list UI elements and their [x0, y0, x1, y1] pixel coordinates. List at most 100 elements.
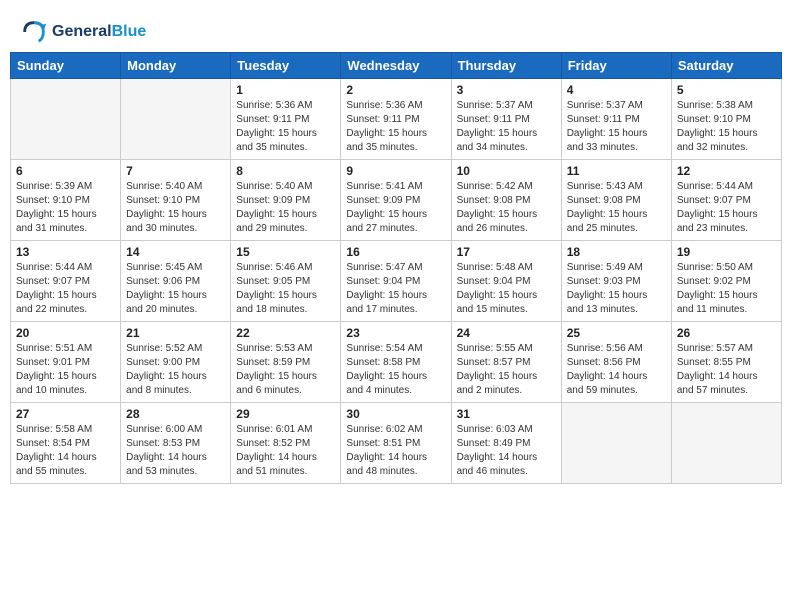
calendar-table: SundayMondayTuesdayWednesdayThursdayFrid…	[10, 52, 782, 484]
day-content: Sunrise: 6:00 AM Sunset: 8:53 PM Dayligh…	[126, 423, 225, 479]
calendar-cell: 23 Sunrise: 5:54 AM Sunset: 8:58 PM Dayli…	[341, 322, 451, 403]
calendar-cell: 28 Sunrise: 6:00 AM Sunset: 8:53 PM Dayli…	[121, 403, 231, 484]
logo-text: GeneralBlue	[52, 23, 146, 41]
day-content: Sunrise: 5:58 AM Sunset: 8:54 PM Dayligh…	[16, 423, 115, 479]
day-number: 2	[346, 83, 445, 97]
day-number: 16	[346, 245, 445, 259]
day-number: 19	[677, 245, 776, 259]
day-content: Sunrise: 5:43 AM Sunset: 9:08 PM Dayligh…	[567, 180, 666, 236]
calendar-week-4: 20Sunrise: 5:51 AM Sunset: 9:01 PM Dayli…	[11, 322, 782, 403]
day-number: 10	[457, 164, 556, 178]
calendar-cell: 9 Sunrise: 5:41 AM Sunset: 9:09 PM Daylig…	[341, 160, 451, 241]
day-number: 17	[457, 245, 556, 259]
day-content: Sunrise: 5:40 AM Sunset: 9:09 PM Dayligh…	[236, 180, 335, 236]
day-number: 31	[457, 407, 556, 421]
col-header-tuesday: Tuesday	[231, 53, 341, 79]
calendar-cell: 6 Sunrise: 5:39 AM Sunset: 9:10 PM Daylig…	[11, 160, 121, 241]
day-content: Sunrise: 5:41 AM Sunset: 9:09 PM Dayligh…	[346, 180, 445, 236]
calendar-cell: 26 Sunrise: 5:57 AM Sunset: 8:55 PM Dayli…	[671, 322, 781, 403]
day-number: 25	[567, 326, 666, 340]
day-content: Sunrise: 5:49 AM Sunset: 9:03 PM Dayligh…	[567, 261, 666, 317]
logo-icon	[20, 18, 48, 46]
day-number: 1	[236, 83, 335, 97]
calendar-cell: 15 Sunrise: 5:46 AM Sunset: 9:05 PM Dayli…	[231, 241, 341, 322]
calendar-cell: 29 Sunrise: 6:01 AM Sunset: 8:52 PM Dayli…	[231, 403, 341, 484]
col-header-saturday: Saturday	[671, 53, 781, 79]
calendar-week-2: 6 Sunrise: 5:39 AM Sunset: 9:10 PM Daylig…	[11, 160, 782, 241]
day-content: Sunrise: 5:42 AM Sunset: 9:08 PM Dayligh…	[457, 180, 556, 236]
day-content: Sunrise: 5:37 AM Sunset: 9:11 PM Dayligh…	[567, 99, 666, 155]
col-header-thursday: Thursday	[451, 53, 561, 79]
calendar-cell: 2 Sunrise: 5:36 AM Sunset: 9:11 PM Daylig…	[341, 79, 451, 160]
day-content: Sunrise: 5:36 AM Sunset: 9:11 PM Dayligh…	[236, 99, 335, 155]
calendar-cell: 5Sunrise: 5:38 AM Sunset: 9:10 PM Daylig…	[671, 79, 781, 160]
calendar-cell: 13 Sunrise: 5:44 AM Sunset: 9:07 PM Dayli…	[11, 241, 121, 322]
day-content: Sunrise: 5:47 AM Sunset: 9:04 PM Dayligh…	[346, 261, 445, 317]
day-content: Sunrise: 6:01 AM Sunset: 8:52 PM Dayligh…	[236, 423, 335, 479]
day-number: 13	[16, 245, 115, 259]
calendar-week-1: 1 Sunrise: 5:36 AM Sunset: 9:11 PM Daylig…	[11, 79, 782, 160]
calendar-cell: 1 Sunrise: 5:36 AM Sunset: 9:11 PM Daylig…	[231, 79, 341, 160]
day-number: 8	[236, 164, 335, 178]
col-header-wednesday: Wednesday	[341, 53, 451, 79]
day-number: 23	[346, 326, 445, 340]
day-number: 12	[677, 164, 776, 178]
calendar-cell: 22 Sunrise: 5:53 AM Sunset: 8:59 PM Dayli…	[231, 322, 341, 403]
day-content: Sunrise: 5:53 AM Sunset: 8:59 PM Dayligh…	[236, 342, 335, 398]
day-content: Sunrise: 6:03 AM Sunset: 8:49 PM Dayligh…	[457, 423, 556, 479]
day-content: Sunrise: 5:39 AM Sunset: 9:10 PM Dayligh…	[16, 180, 115, 236]
calendar-cell	[11, 79, 121, 160]
col-header-friday: Friday	[561, 53, 671, 79]
day-number: 9	[346, 164, 445, 178]
day-content: Sunrise: 5:36 AM Sunset: 9:11 PM Dayligh…	[346, 99, 445, 155]
calendar-cell: 31 Sunrise: 6:03 AM Sunset: 8:49 PM Dayli…	[451, 403, 561, 484]
calendar-week-5: 27 Sunrise: 5:58 AM Sunset: 8:54 PM Dayli…	[11, 403, 782, 484]
day-number: 29	[236, 407, 335, 421]
calendar-week-3: 13 Sunrise: 5:44 AM Sunset: 9:07 PM Dayli…	[11, 241, 782, 322]
day-number: 22	[236, 326, 335, 340]
day-content: Sunrise: 6:02 AM Sunset: 8:51 PM Dayligh…	[346, 423, 445, 479]
calendar-cell: 14Sunrise: 5:45 AM Sunset: 9:06 PM Dayli…	[121, 241, 231, 322]
day-content: Sunrise: 5:56 AM Sunset: 8:56 PM Dayligh…	[567, 342, 666, 398]
calendar-cell: 17Sunrise: 5:48 AM Sunset: 9:04 PM Dayli…	[451, 241, 561, 322]
day-number: 15	[236, 245, 335, 259]
day-content: Sunrise: 5:45 AM Sunset: 9:06 PM Dayligh…	[126, 261, 225, 317]
col-header-sunday: Sunday	[11, 53, 121, 79]
calendar-header-row: SundayMondayTuesdayWednesdayThursdayFrid…	[11, 53, 782, 79]
calendar-cell: 27 Sunrise: 5:58 AM Sunset: 8:54 PM Dayli…	[11, 403, 121, 484]
calendar-cell: 8 Sunrise: 5:40 AM Sunset: 9:09 PM Daylig…	[231, 160, 341, 241]
col-header-monday: Monday	[121, 53, 231, 79]
day-number: 6	[16, 164, 115, 178]
calendar-cell: 19 Sunrise: 5:50 AM Sunset: 9:02 PM Dayli…	[671, 241, 781, 322]
day-number: 27	[16, 407, 115, 421]
calendar-cell: 30 Sunrise: 6:02 AM Sunset: 8:51 PM Dayli…	[341, 403, 451, 484]
calendar-cell: 16 Sunrise: 5:47 AM Sunset: 9:04 PM Dayli…	[341, 241, 451, 322]
day-number: 21	[126, 326, 225, 340]
calendar-cell: 18Sunrise: 5:49 AM Sunset: 9:03 PM Dayli…	[561, 241, 671, 322]
day-content: Sunrise: 5:54 AM Sunset: 8:58 PM Dayligh…	[346, 342, 445, 398]
calendar-cell: 20Sunrise: 5:51 AM Sunset: 9:01 PM Dayli…	[11, 322, 121, 403]
calendar-cell: 21 Sunrise: 5:52 AM Sunset: 9:00 PM Dayli…	[121, 322, 231, 403]
day-number: 3	[457, 83, 556, 97]
day-content: Sunrise: 5:57 AM Sunset: 8:55 PM Dayligh…	[677, 342, 776, 398]
day-number: 30	[346, 407, 445, 421]
calendar-cell: 24Sunrise: 5:55 AM Sunset: 8:57 PM Dayli…	[451, 322, 561, 403]
day-number: 11	[567, 164, 666, 178]
calendar-cell: 25 Sunrise: 5:56 AM Sunset: 8:56 PM Dayli…	[561, 322, 671, 403]
day-content: Sunrise: 5:40 AM Sunset: 9:10 PM Dayligh…	[126, 180, 225, 236]
day-number: 26	[677, 326, 776, 340]
day-content: Sunrise: 5:55 AM Sunset: 8:57 PM Dayligh…	[457, 342, 556, 398]
day-content: Sunrise: 5:46 AM Sunset: 9:05 PM Dayligh…	[236, 261, 335, 317]
day-number: 5	[677, 83, 776, 97]
day-number: 4	[567, 83, 666, 97]
calendar-cell: 7Sunrise: 5:40 AM Sunset: 9:10 PM Daylig…	[121, 160, 231, 241]
calendar-cell: 11 Sunrise: 5:43 AM Sunset: 9:08 PM Dayli…	[561, 160, 671, 241]
calendar-cell: 12Sunrise: 5:44 AM Sunset: 9:07 PM Dayli…	[671, 160, 781, 241]
day-content: Sunrise: 5:44 AM Sunset: 9:07 PM Dayligh…	[16, 261, 115, 317]
day-number: 28	[126, 407, 225, 421]
calendar-cell	[121, 79, 231, 160]
day-content: Sunrise: 5:52 AM Sunset: 9:00 PM Dayligh…	[126, 342, 225, 398]
day-content: Sunrise: 5:50 AM Sunset: 9:02 PM Dayligh…	[677, 261, 776, 317]
calendar-cell	[561, 403, 671, 484]
logo: GeneralBlue	[20, 18, 146, 46]
